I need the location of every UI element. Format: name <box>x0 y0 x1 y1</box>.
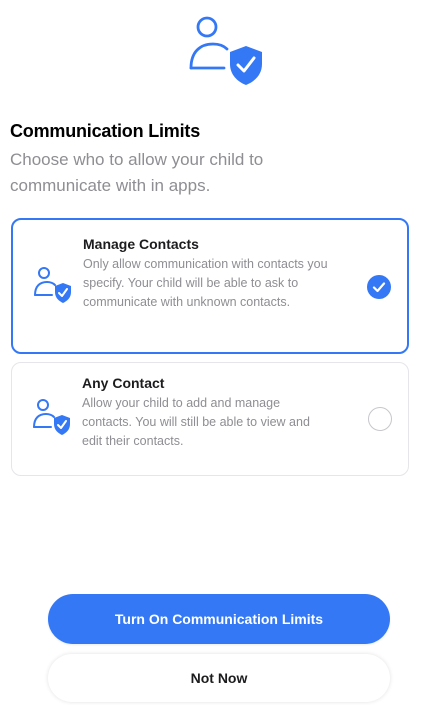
checkmark-icon[interactable] <box>367 275 391 299</box>
option-any-contact[interactable]: Any Contact Allow your child to add and … <box>11 362 409 476</box>
person-shield-icon <box>186 8 266 88</box>
option-manage-contacts[interactable]: Manage Contacts Only allow communication… <box>11 218 409 354</box>
radio-unselected[interactable] <box>368 407 392 431</box>
option-description: Allow your child to add and manage conta… <box>82 396 310 448</box>
person-shield-icon <box>33 264 73 304</box>
person-shield-icon <box>32 396 72 436</box>
option-title: Manage Contacts <box>83 236 199 252</box>
page-subtitle: Choose who to allow your child to commun… <box>10 150 264 195</box>
turn-on-communication-limits-button[interactable]: Turn On Communication Limits <box>48 594 390 644</box>
page-title: Communication Limits <box>10 121 201 141</box>
not-now-button[interactable]: Not Now <box>48 654 390 702</box>
option-description: Only allow communication with contacts y… <box>83 257 328 309</box>
option-title: Any Contact <box>82 375 165 391</box>
